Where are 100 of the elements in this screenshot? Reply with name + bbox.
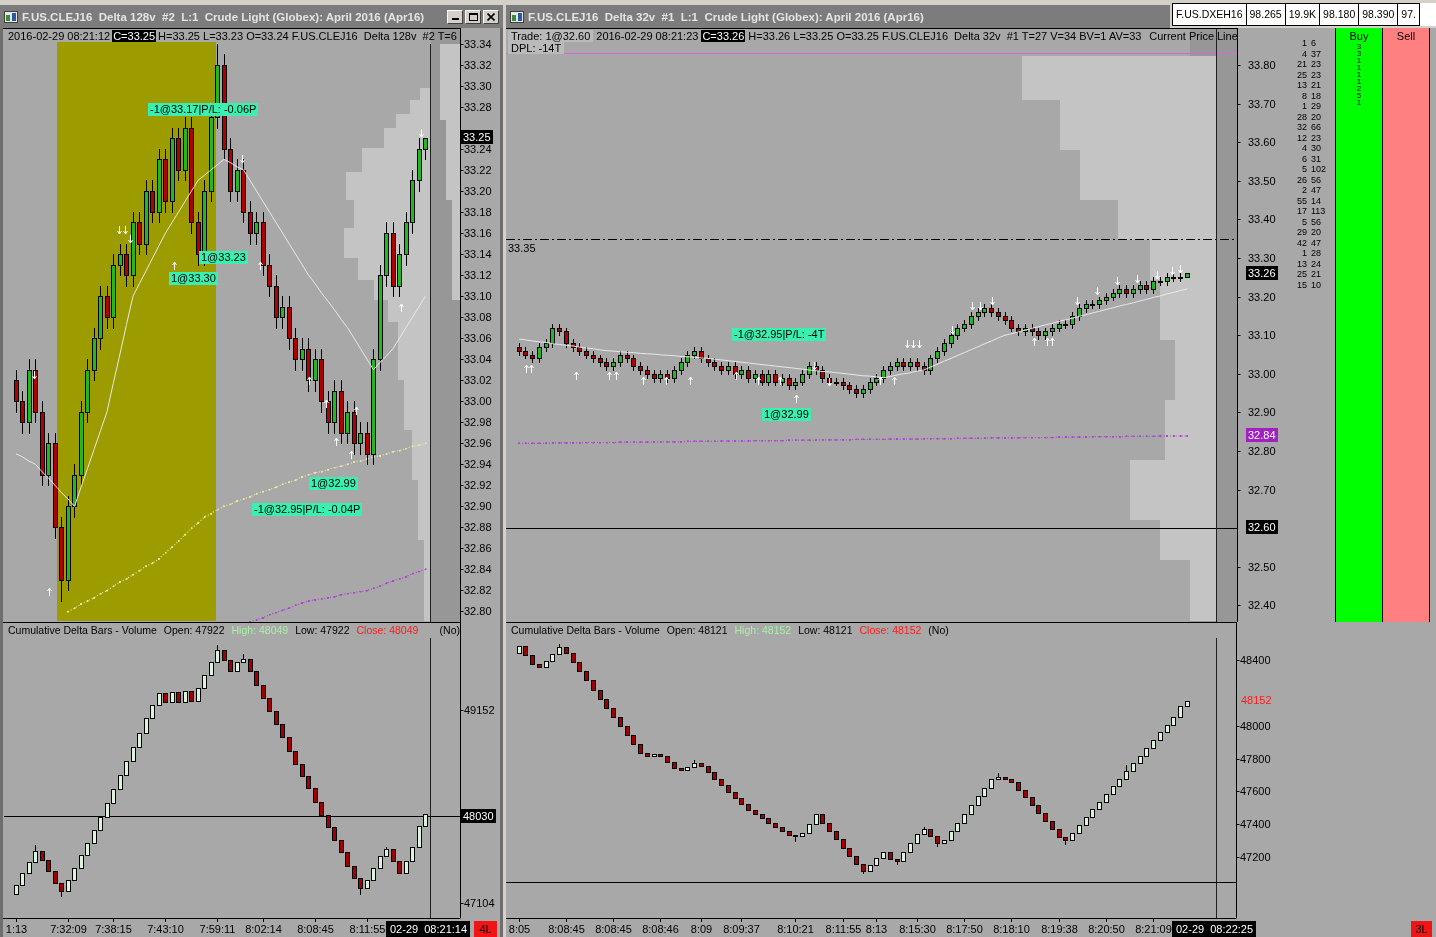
indicator-stat: Open: 48121 [666, 624, 728, 637]
ladder-volume: 56 [1311, 174, 1321, 185]
ladder-volume: 5 [1302, 216, 1307, 227]
axis-label: 33.50 [1248, 174, 1276, 187]
time-label: 8:09:37 [723, 923, 760, 935]
indicator-stat: High: 48049 [231, 624, 289, 637]
order-size: 5 [1356, 92, 1362, 99]
delta-bar [942, 839, 947, 845]
minimize-button[interactable] [447, 9, 463, 24]
delta-bar [645, 752, 650, 758]
indicator-stat: Low: 48121 [798, 624, 853, 637]
ladder-volume: 1 [1302, 38, 1307, 49]
delta-bar [1158, 731, 1163, 742]
axis-label: 47104 [464, 897, 495, 909]
quote-cell: 98.265 [1246, 3, 1286, 26]
axis-label: 32.94 [464, 458, 492, 471]
axis-label: 33.34 [464, 37, 492, 50]
order-size: 3 [1356, 50, 1362, 57]
sell-column[interactable]: Sell [1383, 28, 1430, 622]
ladder-volume: 28 [1311, 248, 1321, 259]
axis-label: 33.12 [464, 269, 492, 282]
status-badge: 4L [474, 921, 497, 937]
time-label: 8:08:45 [297, 923, 334, 935]
axis-label: 47600 [1240, 785, 1271, 798]
order-size: 1 [1356, 57, 1362, 64]
delta-bar [1016, 781, 1021, 792]
time-label: 7:43:10 [147, 923, 184, 935]
status-badge: 3L [1411, 921, 1432, 937]
axis-label: 33.40 [1248, 213, 1276, 226]
ladder-volume: 55 [1297, 195, 1307, 206]
price-tag: 48152 [1239, 693, 1274, 707]
column-header: Current Price [1149, 30, 1214, 42]
line-label: 33.35 [508, 241, 536, 254]
axis-label: 32.90 [464, 500, 492, 513]
time-label: 8:08:45 [595, 923, 632, 935]
bar-details: H=33.26 L=33.25 O=33.25 F.US.CLEJ16 Delta 32v #1 T=27 V=34 BV=1 AV=33 [748, 30, 1142, 42]
indicator-mode: (No) [928, 624, 949, 637]
delta-bar [1151, 739, 1156, 750]
delta-bar [854, 855, 859, 866]
time-label: 8:18:10 [993, 923, 1030, 935]
ladder-volume: 2 [1302, 185, 1307, 196]
indicator-mode: (No) [439, 624, 460, 637]
close-button[interactable] [483, 9, 499, 24]
ladder-volume: 13 [1297, 258, 1307, 269]
delta-bar [1050, 820, 1055, 831]
timestamp: 2016-02-29 08:21:12 [8, 30, 111, 42]
ladder-volume: 8 [1302, 90, 1307, 101]
ladder-volume: 26 [1297, 174, 1307, 185]
delta-bar [699, 762, 704, 768]
delta-bar [564, 646, 569, 655]
ladder-volume: 29 [1297, 227, 1307, 238]
time-label: 8:13 [865, 923, 888, 935]
ladder-volume: 31 [1311, 153, 1321, 164]
axis-label: 33.30 [1248, 252, 1276, 265]
ladder-volume: 23 [1311, 59, 1321, 70]
axis-label: 47800 [1240, 752, 1271, 765]
ladder-volume: 29 [1311, 101, 1321, 112]
trade-info: Trade: 1@32.60 [508, 30, 594, 42]
ladder-volume: 30 [1311, 143, 1321, 154]
axis-label: 48400 [1240, 653, 1271, 666]
time-label: 8:02:14 [245, 923, 282, 935]
delta-bar [881, 851, 886, 860]
ladder-volume: 6 [1311, 38, 1316, 49]
indicator-stat: Low: 47922 [295, 624, 350, 637]
ladder-volume: 28 [1297, 111, 1307, 122]
delta-bar [807, 823, 812, 835]
window-title: F.US.CLEJ16 Delta 32v #1 L:1 Crude Light (Globex): April 2016 (Apr16) [528, 10, 924, 23]
axis-label: 32.90 [1248, 406, 1276, 419]
delta-bar [591, 679, 596, 692]
trade-label: -1@33.17|P/L: -0.06P [148, 103, 259, 116]
date-time-tag: 02-29 08:21:14 [386, 921, 470, 937]
maximize-icon [468, 12, 478, 21]
ladder-volume: 21 [1311, 80, 1321, 91]
time-label: 8:21:09 [1135, 923, 1172, 935]
quote-cell: 19.9K [1285, 3, 1321, 26]
axis-label: 33.00 [1248, 367, 1276, 380]
delta-bar [935, 835, 940, 848]
delta-bar [584, 670, 589, 682]
delta-bar [915, 833, 920, 845]
ladder-volume: 20 [1311, 227, 1321, 238]
maximize-button[interactable] [465, 9, 481, 24]
axis-label: 32.80 [1248, 445, 1276, 457]
delta-bar [638, 743, 643, 755]
time-label: 8:11:55 [825, 923, 862, 935]
delta-bar [800, 832, 805, 838]
ladder-volume: 24 [1311, 258, 1321, 269]
price-tag: 32.60 [1246, 520, 1278, 534]
price-tag: 32.84 [1246, 428, 1278, 442]
ladder-volume: 18 [1311, 90, 1321, 101]
candlestick [1185, 272, 1190, 279]
time-label: 8:19:38 [1041, 923, 1078, 935]
delta-bar [773, 822, 778, 829]
timestamp: 2016-02-29 08:21:23 [596, 30, 699, 42]
ladder-volume: 47 [1311, 237, 1321, 248]
delta-bar [780, 826, 785, 833]
axis-label: 33.28 [464, 100, 492, 113]
ladder-volume: 6 [1302, 153, 1307, 164]
time-label: 8:08:46 [642, 923, 679, 935]
ladder-volume: 42 [1297, 237, 1307, 248]
buy-column[interactable]: Buy 3 3 1 1 1 1 2 5 1 [1335, 28, 1383, 622]
